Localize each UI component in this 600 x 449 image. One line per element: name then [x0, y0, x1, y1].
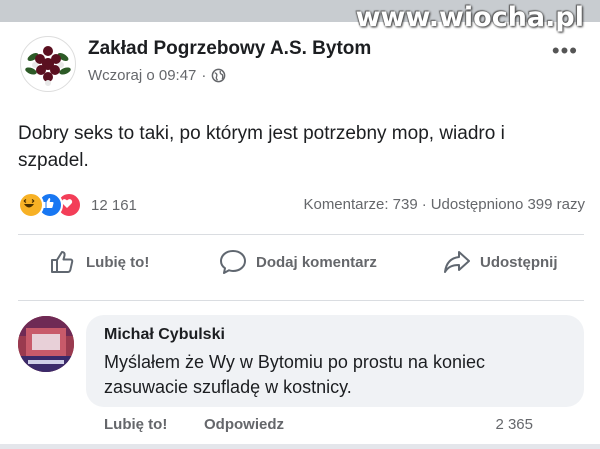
- comment-reaction-count: 2 365: [495, 416, 533, 433]
- reaction-count: 12 161: [91, 196, 137, 214]
- comment-bubble-icon: [220, 250, 246, 274]
- comment-button[interactable]: Dodaj komentarz: [218, 247, 377, 277]
- comment-like-button[interactable]: Lubię to!: [104, 416, 167, 433]
- counts-separator: ·: [421, 196, 427, 213]
- like-button-label: Lubię to!: [86, 253, 150, 271]
- post-actions: Lubię to! Dodaj komentarz Udostępnij: [0, 247, 600, 291]
- divider-bottom: [18, 300, 584, 301]
- post-meta: Wczoraj o 09:47 ·: [88, 67, 226, 84]
- engagement-counts: Komentarze: 739 · Udostępniono 399 razy: [303, 196, 585, 213]
- page-name[interactable]: Zakład Pogrzebowy A.S. Bytom: [88, 38, 371, 60]
- shares-count-link[interactable]: Udostępniono 399 razy: [431, 196, 585, 213]
- divider-top: [18, 234, 584, 235]
- like-button[interactable]: Lubię to!: [48, 247, 149, 277]
- reactions-summary[interactable]: 12 161: [18, 192, 137, 218]
- thumbs-up-icon: [51, 251, 74, 273]
- comment-text: Myślałem że Wy w Bytomiu po prostu na ko…: [104, 352, 485, 397]
- comments-count-link[interactable]: Komentarze: 739: [303, 196, 417, 213]
- haha-reaction-icon: [18, 192, 44, 218]
- more-options-icon[interactable]: •••: [552, 38, 578, 64]
- comment-author[interactable]: Michał Cybulski: [104, 326, 225, 344]
- share-button[interactable]: Udostępnij: [442, 247, 558, 277]
- page-avatar[interactable]: [20, 36, 76, 92]
- comment-reply-button[interactable]: Odpowiedz: [204, 416, 284, 433]
- post-text: Dobry seks to taki, po którym jest potrz…: [18, 123, 505, 171]
- meta-separator: ·: [201, 67, 207, 84]
- watermark: www.wiocha.pl: [355, 2, 584, 33]
- post-timestamp[interactable]: Wczoraj o 09:47: [88, 67, 196, 84]
- share-arrow-icon: [444, 251, 470, 273]
- share-button-label: Udostępnij: [480, 253, 558, 271]
- globe-icon: [212, 68, 226, 83]
- comment-button-label: Dodaj komentarz: [256, 253, 377, 271]
- next-comment-edge: [0, 444, 600, 449]
- commenter-avatar[interactable]: [18, 316, 74, 372]
